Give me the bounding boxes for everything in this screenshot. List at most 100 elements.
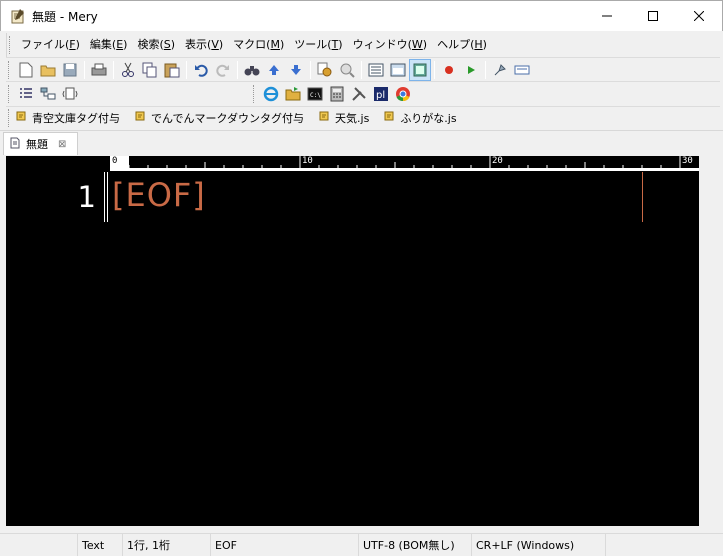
macro-script-icon [318, 110, 330, 125]
wrap-guide-line [642, 172, 643, 222]
toolbar-separator [84, 60, 85, 79]
ruler-cursor-marker: 0 [110, 156, 129, 171]
toolbar-separator [186, 60, 187, 79]
copy-icon[interactable] [139, 59, 161, 81]
menu-macro[interactable]: マクロ(M) [228, 34, 289, 56]
document-stack-icon[interactable] [59, 83, 81, 105]
svg-text:C:\: C:\ [310, 92, 321, 99]
toolbar-separator [237, 60, 238, 79]
close-button[interactable] [676, 1, 722, 31]
keyboard-icon[interactable] [511, 59, 533, 81]
gutter-divider [104, 172, 105, 222]
status-mode[interactable]: Text [77, 534, 122, 556]
search-files-icon[interactable] [336, 59, 358, 81]
find-previous-icon[interactable] [263, 59, 285, 81]
paste-icon[interactable] [161, 59, 183, 81]
tab-untitled[interactable]: 無題 ⊠ [3, 132, 78, 155]
ruler-label: 30 [682, 156, 693, 166]
mery-app-icon[interactable] [10, 8, 26, 24]
macro-item[interactable]: 青空文庫タグ付与 [15, 110, 120, 126]
view-lines-icon[interactable] [365, 59, 387, 81]
ruler-label: 20 [492, 156, 503, 166]
menu-view[interactable]: 表示(V) [180, 34, 228, 56]
document-icon [10, 137, 20, 152]
redo-icon[interactable] [212, 59, 234, 81]
toolbar-grip[interactable] [8, 84, 11, 103]
vertical-scrollbar[interactable] [699, 156, 716, 526]
text-editor[interactable]: 0 10 20 30 1 [EOF] [6, 156, 699, 526]
menu-edit[interactable]: 編集(E) [85, 34, 133, 56]
tab-label: 無題 [26, 138, 48, 151]
toolbar-grip[interactable] [9, 36, 12, 54]
menu-help[interactable]: ヘルプ(H) [432, 34, 492, 56]
save-icon[interactable] [59, 59, 81, 81]
find-binoculars-icon[interactable] [241, 59, 263, 81]
secondary-toolbar: C:\ pl [6, 81, 720, 105]
chrome-icon[interactable] [392, 83, 414, 105]
menu-tools[interactable]: ツール(T) [289, 34, 347, 56]
column-ruler: 0 10 20 30 [110, 156, 699, 171]
view-window-icon[interactable] [387, 59, 409, 81]
tools-icon[interactable] [348, 83, 370, 105]
status-bar: Text 1行, 1桁 EOF UTF-8 (BOM無し) CR+LF (Win… [0, 533, 723, 556]
play-macro-icon[interactable] [460, 59, 482, 81]
macro-label: 青空文庫タグ付与 [32, 111, 120, 125]
outline-icon[interactable] [37, 83, 59, 105]
title-bar: 無題 - Mery [0, 0, 723, 31]
maximize-button[interactable] [630, 1, 676, 31]
menu-search[interactable]: 検索(S) [132, 34, 180, 56]
replace-icon[interactable] [314, 59, 336, 81]
macro-label: ふりがな.js [400, 111, 457, 125]
explorer-folder-icon[interactable] [282, 83, 304, 105]
print-icon[interactable] [88, 59, 110, 81]
status-eof: EOF [210, 534, 358, 556]
view-panel-toggle-icon[interactable] [409, 58, 431, 81]
macro-label: 天気.js [335, 111, 370, 125]
toolbar-separator [310, 60, 311, 79]
svg-text:pl: pl [376, 90, 385, 101]
command-prompt-icon[interactable]: C:\ [304, 83, 326, 105]
toolbar-separator [485, 60, 486, 79]
status-newline[interactable]: CR+LF (Windows) [471, 534, 605, 556]
toolbar-separator [361, 60, 362, 79]
menu-file[interactable]: ファイル(F) [16, 34, 85, 56]
macro-item[interactable]: でんでんマークダウンタグ付与 [134, 110, 304, 126]
internet-explorer-icon[interactable] [260, 83, 282, 105]
status-empty [0, 534, 77, 556]
cut-icon[interactable] [117, 59, 139, 81]
find-next-icon[interactable] [285, 59, 307, 81]
toolbar-grip[interactable] [253, 84, 256, 103]
calculator-icon[interactable] [326, 83, 348, 105]
toolbar-separator [434, 60, 435, 79]
new-file-icon[interactable] [15, 59, 37, 81]
standard-toolbar [6, 57, 720, 81]
menu-window[interactable]: ウィンドウ(W) [348, 34, 432, 56]
status-extra [605, 534, 723, 556]
eof-marker: [EOF] [112, 176, 206, 214]
macro-script-icon [383, 110, 395, 125]
macro-label: でんでんマークダウンタグ付与 [151, 111, 305, 125]
toolbar-separator [113, 60, 114, 79]
minimize-button[interactable] [584, 1, 630, 31]
macro-item[interactable]: 天気.js [318, 110, 369, 126]
pin-icon[interactable] [489, 59, 511, 81]
record-macro-icon[interactable] [438, 59, 460, 81]
tab-close-icon[interactable]: ⊠ [58, 139, 66, 150]
macro-item[interactable]: ふりがな.js [383, 110, 457, 126]
status-position: 1行, 1桁 [122, 534, 210, 556]
toolbar-grip[interactable] [8, 60, 11, 79]
macro-bar: 青空文庫タグ付与 でんでんマークダウンタグ付与 天気.js ふりがな.js [6, 106, 720, 128]
text-cursor [107, 172, 108, 222]
menu-bar: ファイル(F) 編集(E) 検索(S) 表示(V) マクロ(M) ツール(T) … [6, 33, 720, 57]
ruler-baseline [110, 168, 699, 171]
status-encoding[interactable]: UTF-8 (BOM無し) [358, 534, 471, 556]
macro-script-icon [134, 110, 146, 125]
bullet-list-icon[interactable] [15, 83, 37, 105]
undo-icon[interactable] [190, 59, 212, 81]
perl-icon[interactable]: pl [370, 83, 392, 105]
tab-bar: 無題 ⊠ [0, 130, 723, 155]
open-folder-icon[interactable] [37, 59, 59, 81]
ruler-label: 10 [302, 156, 313, 166]
toolbar-grip[interactable] [8, 108, 11, 127]
window-title: 無題 - Mery [32, 9, 98, 24]
